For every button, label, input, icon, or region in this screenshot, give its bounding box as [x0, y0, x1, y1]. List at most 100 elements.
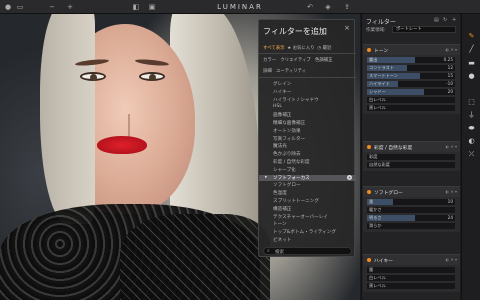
- slider[interactable]: 黒レベル: [367, 105, 455, 111]
- category-utility[interactable]: ユーティリティ: [276, 69, 306, 74]
- clone-stamp-icon[interactable]: ⏚: [467, 111, 476, 120]
- radial-icon[interactable]: ●: [467, 72, 476, 81]
- section-options-icon[interactable]: ◐ ✕ ▾: [446, 47, 457, 52]
- filter-toggle-icon[interactable]: [367, 258, 371, 262]
- category-row-1: カラー クリエイティブ 色調補正: [263, 57, 333, 63]
- slider-label: 明るさ: [369, 215, 382, 220]
- share-icon[interactable]: ⇪: [343, 3, 351, 11]
- slider-label: 露出: [369, 57, 378, 62]
- filter-list-item[interactable]: 色かぶり除去: [273, 151, 301, 157]
- slider-label: コントラスト: [369, 65, 395, 70]
- slider[interactable]: シャドー 20: [367, 89, 455, 95]
- slider[interactable]: 明るさ 24: [367, 215, 455, 221]
- filter-list-item[interactable]: 彩度 / 自然な彩度: [273, 159, 310, 165]
- add-filter-badge-icon[interactable]: +: [347, 174, 352, 180]
- section-header[interactable]: ソフトグロー ◐ ✕ ▾: [363, 187, 460, 197]
- photo-lips: [97, 136, 147, 154]
- filter-list-item[interactable]: 構造補正: [273, 206, 291, 212]
- filter-list-item[interactable]: トップ&ボトム・ライティング: [273, 229, 336, 235]
- filter-list-item[interactable]: ハイキー: [273, 89, 291, 95]
- section-options-icon[interactable]: ◐ ✕ ▾: [446, 144, 457, 149]
- filter-toggle-icon[interactable]: [367, 190, 371, 194]
- filter-item-label: 精細な画像補正: [273, 121, 306, 126]
- slider[interactable]: 量: [367, 267, 455, 273]
- slider[interactable]: スマートトーン 15: [367, 73, 455, 79]
- preset-icon[interactable]: ▤: [434, 17, 439, 23]
- slider-label: 彩度: [369, 154, 378, 159]
- filter-item-label: 彩度 / 自然な彩度: [273, 160, 310, 165]
- slider[interactable]: 暖かさ: [367, 207, 455, 213]
- slider[interactable]: ハイライト -10: [367, 81, 455, 87]
- transform-icon[interactable]: ⤫: [467, 150, 476, 159]
- search-input[interactable]: ⌕ 検索: [263, 247, 352, 255]
- slider-label: 自然な彩度: [369, 162, 390, 167]
- filter-list-item[interactable]: ソフトグロー: [273, 182, 301, 188]
- slider[interactable]: 白レベル: [367, 275, 455, 281]
- section-header[interactable]: 彩度 / 自然な彩度 ◐ ✕ ▾: [363, 142, 460, 152]
- category-creative[interactable]: クリエイティブ: [280, 58, 310, 63]
- filter-list-item[interactable]: スプリットトーニング: [273, 198, 319, 204]
- gradient-icon[interactable]: ◐: [467, 137, 476, 146]
- filter-list-item[interactable]: ビネット: [273, 237, 291, 243]
- tab-favorites[interactable]: お気に入り: [293, 46, 315, 51]
- filter-list-item[interactable]: 色温度: [273, 190, 287, 196]
- slider-label: 黒レベル: [369, 105, 386, 110]
- slider-value: 24: [447, 215, 453, 220]
- filter-list-item[interactable]: 魔法光: [273, 143, 287, 149]
- slider-value: 12: [447, 65, 453, 70]
- photo-hair-left: [40, 14, 95, 224]
- add-filter-icon[interactable]: +: [452, 17, 456, 23]
- search-icon: ⌕: [267, 248, 270, 254]
- paint-icon[interactable]: ╱: [467, 45, 476, 54]
- category-color[interactable]: カラー: [263, 58, 276, 63]
- filter-list-item[interactable]: 画像補正: [273, 112, 291, 118]
- slider[interactable]: 自然な彩度: [367, 162, 455, 168]
- workspace-select[interactable]: ポートレート: [392, 26, 456, 33]
- tab-recent[interactable]: 最近: [323, 46, 332, 51]
- layers-icon[interactable]: ◈: [324, 3, 332, 11]
- filter-item-label: 写真フィルター: [273, 136, 306, 142]
- filter-list-item[interactable]: オートン効果: [273, 128, 301, 134]
- dialog-title: フィルターを追加: [263, 27, 327, 36]
- slider[interactable]: 量 10: [367, 199, 455, 205]
- filter-item-label: オートン効果: [273, 128, 301, 134]
- filter-list-item[interactable]: シャープ化: [273, 167, 296, 173]
- filter-list-item[interactable]: 写真フィルター: [273, 136, 305, 142]
- section-options-icon[interactable]: ◐ ✕ ▾: [446, 189, 457, 194]
- section-header[interactable]: トーン ◐ ✕ ▾: [363, 45, 460, 55]
- slider[interactable]: 彩度: [367, 154, 455, 160]
- filter-list-item[interactable]: HSL: [273, 104, 282, 109]
- filter-item-label: スプリットトーニング: [273, 199, 319, 204]
- crop-icon[interactable]: ⬚: [467, 98, 476, 107]
- panel-title: フィルター: [366, 19, 396, 26]
- reset-icon[interactable]: ↻: [443, 17, 447, 23]
- filter-list-item[interactable]: トーン: [273, 221, 287, 227]
- category-advanced[interactable]: 詳細: [263, 69, 272, 74]
- eraser-icon[interactable]: ⬬: [467, 124, 476, 133]
- layer-icon[interactable]: ▬: [467, 59, 476, 68]
- close-icon[interactable]: ×: [344, 24, 350, 32]
- filter-section: ソフトグロー ◐ ✕ ▾ 量 10 暖かさ明るさ 24 滑らか: [363, 186, 460, 232]
- filter-list-item[interactable]: 精細な画像補正: [273, 120, 305, 126]
- slider-value: 0.25: [443, 57, 453, 62]
- filter-list-item[interactable]: グレイン: [273, 81, 291, 87]
- filter-list-item[interactable]: ハイライト / シャドウ: [273, 97, 319, 103]
- section-title: 彩度 / 自然な彩度: [374, 146, 413, 151]
- section-header[interactable]: ハイキー ◐ ✕ ▾: [363, 255, 460, 265]
- slider[interactable]: 黒レベル: [367, 283, 455, 289]
- slider-value: 20: [447, 89, 453, 94]
- category-tone[interactable]: 色調補正: [315, 58, 333, 63]
- slider[interactable]: コントラスト 12: [367, 65, 455, 71]
- section-options-icon[interactable]: ◐ ✕ ▾: [446, 257, 457, 262]
- undo-icon[interactable]: ↶: [306, 3, 314, 11]
- filter-list-item[interactable]: ソフトフォーカス ▸ +: [259, 174, 356, 181]
- filter-list-item[interactable]: テクスチャーオーバーレイ: [273, 214, 328, 220]
- filter-item-label: HSL: [273, 104, 282, 110]
- slider[interactable]: 露出 0.25: [367, 57, 455, 63]
- slider[interactable]: 白レベル: [367, 97, 455, 103]
- filter-toggle-icon[interactable]: [367, 145, 371, 149]
- tab-all[interactable]: すべて表示: [263, 46, 284, 51]
- filter-toggle-icon[interactable]: [367, 48, 371, 52]
- slider[interactable]: 滑らか: [367, 223, 455, 229]
- brush-icon[interactable]: ✎: [467, 32, 476, 41]
